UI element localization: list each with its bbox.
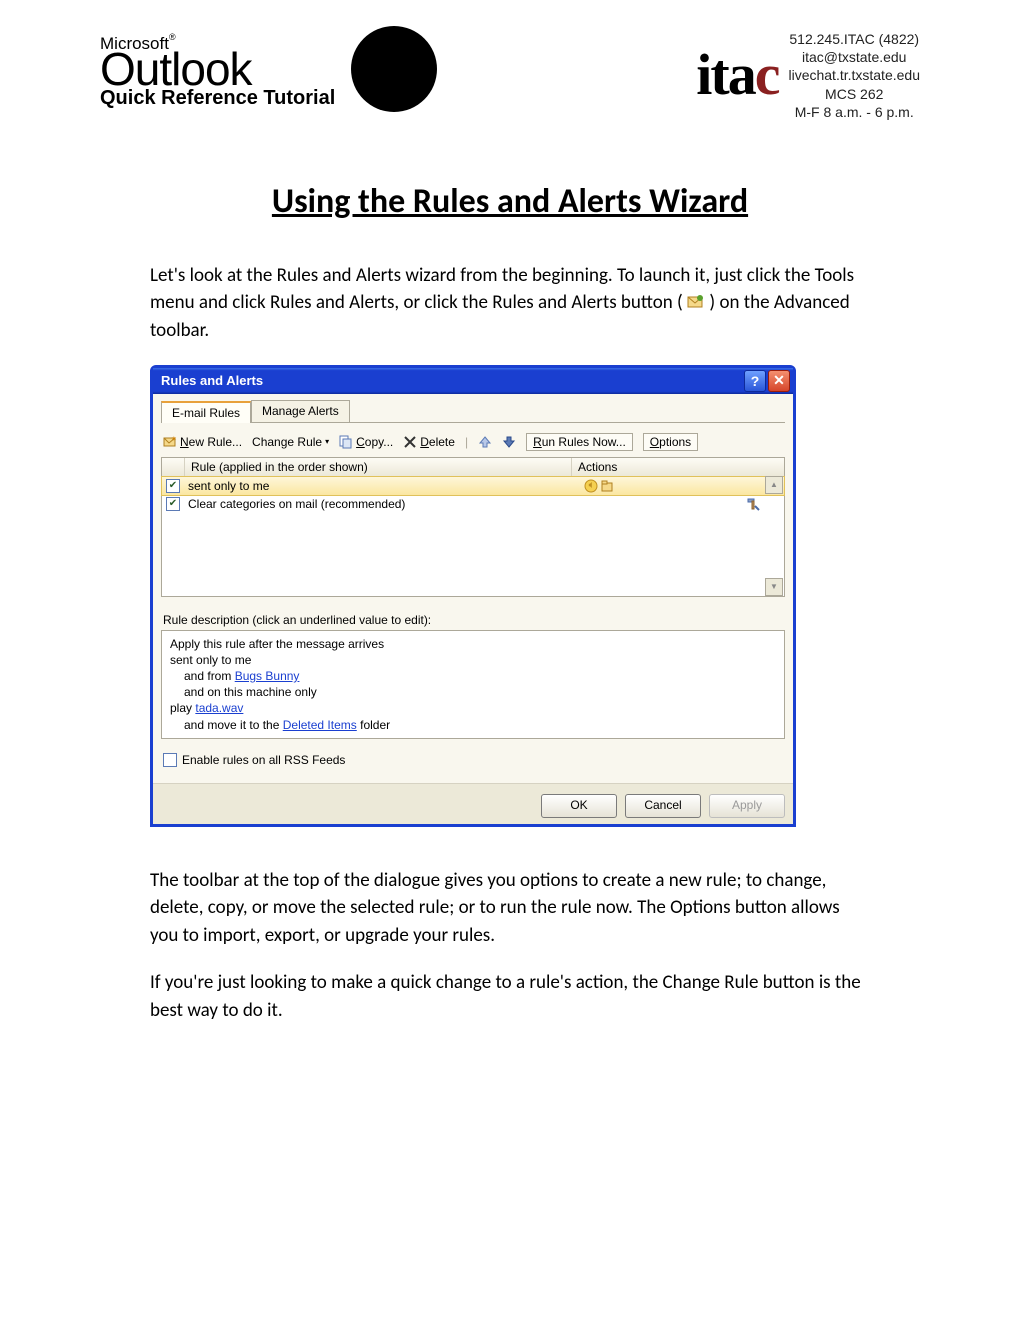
header-actions: Actions: [572, 458, 784, 476]
header-left: Microsoft Outlook Quick Reference Tutori…: [100, 30, 437, 112]
from-link[interactable]: Bugs Bunny: [235, 669, 300, 683]
scroll-up-button[interactable]: ▲: [765, 476, 783, 494]
paragraph-2: The toolbar at the top of the dialogue g…: [150, 867, 870, 950]
rss-label: Enable rules on all RSS Feeds: [182, 753, 345, 767]
outlook-logo-block: Microsoft Outlook Quick Reference Tutori…: [100, 35, 335, 108]
copy-icon: [339, 435, 353, 449]
subtitle-label: Quick Reference Tutorial: [100, 88, 335, 108]
arrow-down-icon: [502, 435, 516, 449]
move-action-icon: [600, 479, 614, 493]
rule-row[interactable]: ✔ sent only to me: [161, 476, 785, 496]
cancel-button[interactable]: Cancel: [625, 794, 701, 818]
rule-name: sent only to me: [184, 479, 554, 493]
sound-link[interactable]: tada.wav: [195, 701, 243, 715]
dropdown-icon: ▾: [325, 437, 329, 446]
tab-bar: E-mail Rules Manage Alerts: [161, 400, 785, 423]
rule-checkbox[interactable]: ✔: [166, 479, 180, 493]
desc-line: and move it to the Deleted Items folder: [170, 717, 776, 733]
itac-contact: 512.245.ITAC (4822) itac@txstate.edu liv…: [788, 30, 920, 121]
close-button[interactable]: ✕: [768, 370, 790, 392]
help-button[interactable]: ?: [744, 370, 766, 392]
contact-phone: 512.245.ITAC (4822): [788, 30, 920, 48]
folder-link[interactable]: Deleted Items: [283, 718, 357, 732]
rss-row: Enable rules on all RSS Feeds: [163, 753, 785, 767]
rule-checkbox[interactable]: ✔: [166, 497, 180, 511]
sound-action-icon: [584, 479, 598, 493]
desc-line: Apply this rule after the message arrive…: [170, 636, 776, 652]
desc-line: and from Bugs Bunny: [170, 668, 776, 684]
copy-button[interactable]: Copy...: [339, 435, 393, 449]
header-right: itac 512.245.ITAC (4822) itac@txstate.ed…: [696, 30, 920, 121]
dialog-titlebar: Rules and Alerts ? ✕: [153, 368, 793, 394]
apply-button[interactable]: Apply: [709, 794, 785, 818]
dialog-title: Rules and Alerts: [161, 373, 263, 388]
move-up-button[interactable]: [478, 435, 492, 449]
toolbar: ✶ New Rule... Change Rule ▾ Copy...: [161, 429, 785, 457]
contact-chat: livechat.tr.txstate.edu: [788, 66, 920, 84]
run-rules-button[interactable]: Run Rules Now...: [526, 433, 633, 451]
rules-list: ✔ sent only to me ✔ Cl: [161, 476, 785, 597]
intro-paragraph: Let's look at the Rules and Alerts wizar…: [150, 262, 870, 345]
itac-logo: itac: [696, 46, 778, 104]
description-box: Apply this rule after the message arrive…: [161, 630, 785, 739]
contact-hours: M-F 8 a.m. - 6 p.m.: [788, 103, 920, 121]
new-rule-icon: ✶: [163, 435, 177, 449]
rule-name: Clear categories on mail (recommended): [184, 497, 530, 511]
rules-alerts-dialog: Rules and Alerts ? ✕ E-mail Rules Manage…: [150, 365, 796, 827]
desc-line: sent only to me: [170, 652, 776, 668]
logo-circle: [351, 26, 437, 112]
toolbar-separator: |: [465, 435, 468, 449]
page-title: Using the Rules and Alerts Wizard: [60, 181, 960, 222]
new-rule-button[interactable]: ✶ New Rule...: [163, 435, 242, 449]
paragraph-3: If you're just looking to make a quick c…: [150, 969, 870, 1024]
rule-row[interactable]: ✔ Clear categories on mail (recommended): [162, 495, 784, 513]
hammer-action-icon: [746, 497, 760, 511]
rules-alerts-icon: [687, 291, 705, 307]
scroll-down-button[interactable]: ▼: [765, 578, 783, 596]
dialog-buttons: OK Cancel Apply: [153, 783, 793, 824]
tab-manage-alerts[interactable]: Manage Alerts: [251, 400, 350, 422]
header-rule: Rule (applied in the order shown): [185, 458, 572, 476]
list-headers: Rule (applied in the order shown) Action…: [161, 457, 785, 477]
tab-email-rules[interactable]: E-mail Rules: [161, 401, 251, 423]
delete-button[interactable]: Delete: [403, 435, 455, 449]
change-rule-button[interactable]: Change Rule ▾: [252, 435, 329, 449]
contact-email: itac@txstate.edu: [788, 48, 920, 66]
page-header: Microsoft Outlook Quick Reference Tutori…: [60, 30, 960, 121]
rss-checkbox[interactable]: [163, 753, 177, 767]
arrow-up-icon: [478, 435, 492, 449]
desc-line: and on this machine only: [170, 684, 776, 700]
microsoft-label: Microsoft: [100, 35, 335, 52]
options-button[interactable]: Options: [643, 433, 698, 451]
svg-text:✶: ✶: [171, 435, 177, 443]
contact-room: MCS 262: [788, 85, 920, 103]
ok-button[interactable]: OK: [541, 794, 617, 818]
description-label: Rule description (click an underlined va…: [163, 613, 785, 627]
delete-icon: [403, 435, 417, 449]
itac-logo-red: c: [755, 42, 779, 107]
move-down-button[interactable]: [502, 435, 516, 449]
desc-line: play tada.wav: [170, 700, 776, 716]
itac-logo-black: ita: [696, 42, 754, 107]
